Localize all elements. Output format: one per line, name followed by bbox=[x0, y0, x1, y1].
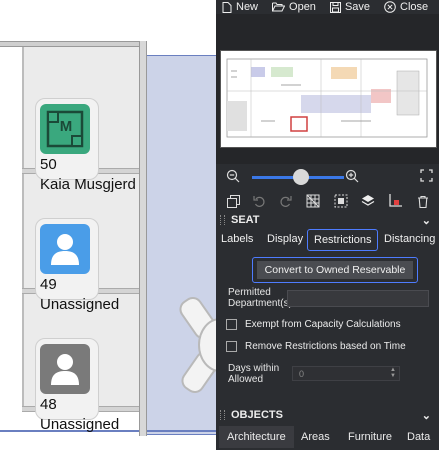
folder-open-icon bbox=[272, 2, 286, 12]
seat-49-person-icon[interactable] bbox=[40, 224, 90, 274]
seat-tabs: Labels Display Restrictions Distancing bbox=[216, 229, 439, 251]
wall bbox=[139, 41, 147, 436]
tab-display[interactable]: Display bbox=[267, 229, 303, 249]
seat-assignee: Unassigned bbox=[40, 296, 120, 313]
floor-plan-canvas[interactable]: M 50 Kaia Musgjerd 49 Unassigned 48 Unas… bbox=[0, 0, 216, 450]
undo-icon[interactable] bbox=[250, 192, 268, 210]
remove-restrictions-label: Remove Restrictions based on Time bbox=[245, 341, 406, 352]
seat-number: 50 bbox=[40, 156, 57, 173]
chevron-down-icon[interactable]: ⌄ bbox=[422, 214, 431, 227]
redo-icon[interactable] bbox=[276, 192, 294, 210]
tab-labels[interactable]: Labels bbox=[221, 229, 253, 249]
seat-number: 49 bbox=[40, 276, 57, 293]
exempt-capacity-checkbox[interactable] bbox=[226, 319, 237, 330]
objects-tabs: Architecture Areas Furniture Data bbox=[216, 426, 439, 448]
fit-to-screen-icon[interactable] bbox=[420, 169, 433, 182]
floor-minimap[interactable] bbox=[220, 50, 437, 148]
seat-48-person-icon[interactable] bbox=[40, 344, 90, 394]
tab-furniture[interactable]: Furniture bbox=[348, 426, 392, 448]
new-file-icon bbox=[222, 1, 232, 13]
exempt-capacity-row[interactable]: Exempt from Capacity Calculations bbox=[226, 319, 401, 330]
axis-origin-icon[interactable] bbox=[386, 192, 404, 210]
exempt-capacity-label: Exempt from Capacity Calculations bbox=[245, 319, 401, 330]
seat-50-occupied-icon[interactable]: M bbox=[40, 104, 90, 154]
open-button[interactable]: Open bbox=[272, 1, 316, 13]
tab-data[interactable]: Data bbox=[407, 426, 430, 448]
close-label: Close bbox=[400, 1, 429, 13]
permitted-departments-label: Permitted Department(s) bbox=[228, 287, 292, 309]
wall bbox=[0, 41, 146, 47]
number-spinner-icon[interactable]: ▲ ▼ bbox=[390, 367, 396, 379]
objects-section-title: OBJECTS bbox=[231, 409, 283, 421]
close-button[interactable]: Close bbox=[384, 1, 428, 13]
zoom-slider-thumb[interactable] bbox=[293, 169, 309, 185]
trash-icon[interactable] bbox=[414, 192, 432, 210]
tab-architecture[interactable]: Architecture bbox=[219, 426, 294, 448]
seat-section-title: SEAT bbox=[231, 214, 260, 226]
minimap-area bbox=[216, 14, 439, 164]
copy-icon[interactable] bbox=[224, 192, 242, 210]
remove-restrictions-row[interactable]: Remove Restrictions based on Time bbox=[226, 341, 406, 352]
convert-to-owned-reservable-button[interactable]: Convert to Owned Reservable bbox=[252, 257, 418, 283]
tab-restrictions[interactable]: Restrictions bbox=[307, 229, 379, 251]
convert-button-label: Convert to Owned Reservable bbox=[256, 261, 414, 279]
file-toolbar: New Open Save Close bbox=[216, 0, 439, 14]
save-icon bbox=[329, 1, 341, 13]
seat-assignee: Unassigned bbox=[40, 416, 120, 433]
zoom-in-icon[interactable] bbox=[345, 169, 359, 183]
save-label: Save bbox=[344, 1, 371, 13]
objects-section-header[interactable]: OBJECTS ⌄ bbox=[216, 407, 439, 423]
seat-assignee: Kaia Musgjerd bbox=[40, 176, 136, 193]
new-button[interactable]: New bbox=[222, 1, 258, 13]
select-area-icon[interactable] bbox=[332, 192, 350, 210]
permitted-departments-input[interactable] bbox=[287, 290, 429, 307]
layers-icon[interactable] bbox=[359, 192, 377, 210]
chevron-down-icon[interactable]: ⌄ bbox=[422, 409, 431, 422]
seat-section-header[interactable]: SEAT ⌄ bbox=[216, 212, 439, 228]
close-circle-icon bbox=[384, 1, 396, 13]
tab-areas[interactable]: Areas bbox=[301, 426, 330, 448]
zoom-out-icon[interactable] bbox=[226, 169, 240, 183]
tab-distancing[interactable]: Distancing bbox=[384, 229, 435, 249]
days-within-allowed-label: Days within Allowed bbox=[228, 363, 280, 385]
drag-grip-icon[interactable] bbox=[220, 215, 225, 225]
save-button[interactable]: Save bbox=[329, 1, 371, 13]
days-within-allowed-input[interactable]: 0 bbox=[292, 366, 400, 381]
properties-panel: New Open Save Close SEAT ⌄ Labels Displa… bbox=[216, 0, 439, 450]
drag-grip-icon[interactable] bbox=[220, 410, 225, 420]
svg-text:M: M bbox=[60, 118, 73, 135]
remove-restrictions-checkbox[interactable] bbox=[226, 341, 237, 352]
grid-off-icon[interactable] bbox=[304, 192, 322, 210]
seat-number: 48 bbox=[40, 396, 57, 413]
new-label: New bbox=[236, 1, 259, 13]
open-label: Open bbox=[289, 1, 316, 13]
